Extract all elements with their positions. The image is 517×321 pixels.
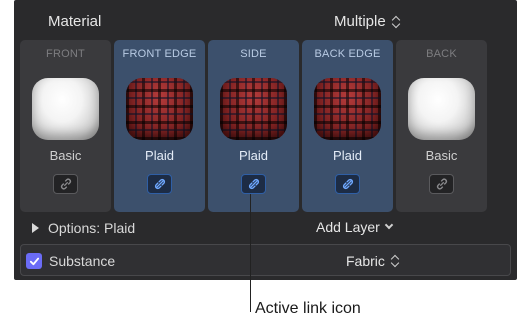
facet-title: FRONT: [46, 48, 85, 60]
material-swatch-plaid: [314, 78, 381, 140]
facet-material-label: Basic: [49, 148, 82, 163]
facet-material-label: Plaid: [239, 148, 268, 163]
facet-title: SIDE: [240, 48, 267, 60]
material-swatch-basic: [32, 78, 99, 140]
updown-arrows-icon: [392, 15, 402, 29]
facet-title: FRONT EDGE: [122, 48, 197, 60]
material-swatch-plaid: [220, 78, 287, 140]
updown-arrows-icon: [391, 254, 401, 268]
options-row: Options: Plaid Add Layer: [14, 214, 517, 242]
callout-line: [250, 194, 251, 312]
link-button-back[interactable]: [429, 174, 454, 194]
link-icon: [248, 178, 259, 190]
disclosure-triangle-icon[interactable]: [32, 223, 39, 233]
facet-material-label: Basic: [425, 148, 458, 163]
material-swatch-basic: [408, 78, 475, 140]
facet-card-back[interactable]: BACK Basic: [396, 40, 487, 212]
link-button-back-edge[interactable]: [335, 174, 360, 194]
link-button-front[interactable]: [53, 174, 78, 194]
substance-row: Substance Fabric: [20, 244, 511, 276]
facet-card-front[interactable]: FRONT Basic: [20, 40, 111, 212]
material-popup[interactable]: Multiple: [334, 13, 402, 30]
material-header-row: Material Multiple: [14, 0, 517, 40]
substance-checkbox[interactable]: [26, 253, 42, 269]
link-icon: [342, 178, 353, 190]
options-label[interactable]: Options: Plaid: [48, 220, 135, 236]
link-button-side[interactable]: [241, 174, 266, 194]
facet-title: BACK EDGE: [314, 48, 381, 60]
facet-material-label: Plaid: [333, 148, 362, 163]
link-icon: [154, 178, 165, 190]
checkmark-icon: [29, 257, 39, 265]
add-layer-popup[interactable]: Add Layer: [316, 219, 394, 235]
facet-card-side[interactable]: SIDE Plaid: [208, 40, 299, 212]
substance-label: Substance: [49, 253, 116, 269]
substance-popup-value: Fabric: [346, 253, 385, 269]
add-layer-label: Add Layer: [316, 219, 380, 235]
link-icon: [60, 178, 71, 190]
facet-card-front-edge[interactable]: FRONT EDGE Plaid: [114, 40, 205, 212]
material-inspector-panel: Material Multiple FRONT Basic FRONT EDGE…: [14, 0, 517, 280]
chevron-down-icon: [384, 220, 394, 230]
facet-title: BACK: [426, 48, 457, 60]
link-icon: [436, 178, 447, 190]
material-popup-value: Multiple: [334, 13, 386, 30]
callout-label: Active link icon: [255, 300, 361, 317]
material-swatch-plaid: [126, 78, 193, 140]
substance-popup[interactable]: Fabric: [346, 253, 401, 269]
link-button-front-edge[interactable]: [147, 174, 172, 194]
material-label: Material: [48, 13, 102, 30]
facet-cards: FRONT Basic FRONT EDGE Plaid SIDE Plaid …: [14, 40, 517, 212]
facet-card-back-edge[interactable]: BACK EDGE Plaid: [302, 40, 393, 212]
facet-material-label: Plaid: [145, 148, 174, 163]
